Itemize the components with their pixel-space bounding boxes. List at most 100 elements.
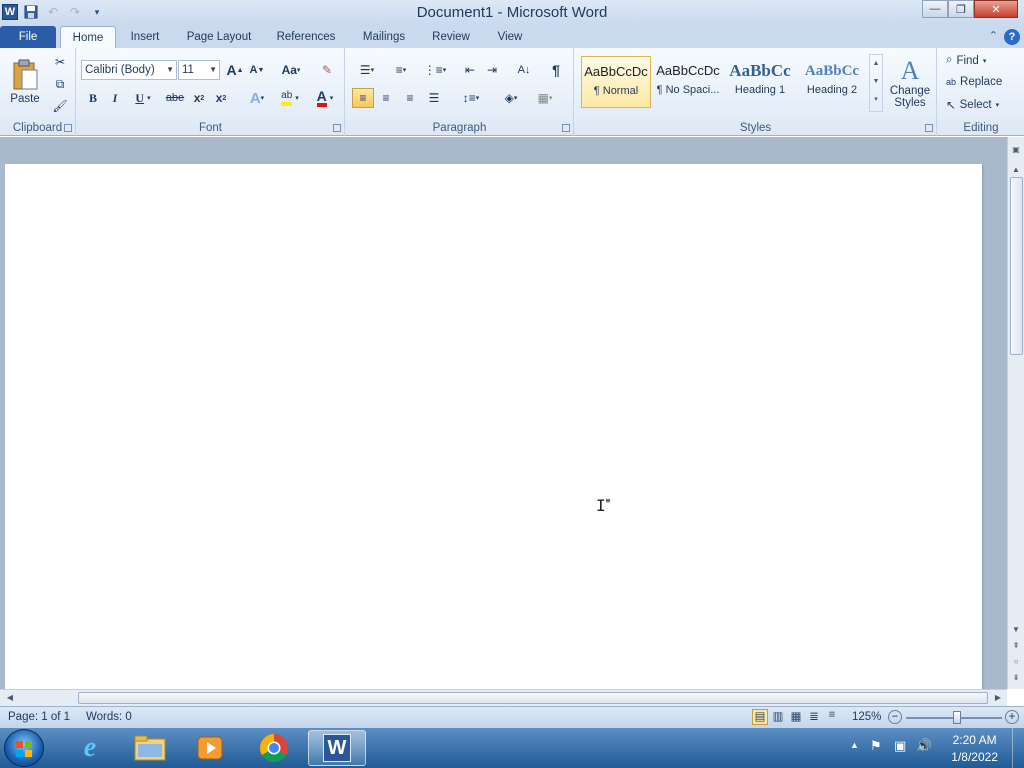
- text-effects-button[interactable]: A ▾: [243, 88, 271, 108]
- format-painter-icon[interactable]: 🖌: [52, 98, 68, 114]
- scroll-down-arrow-icon[interactable]: ▼: [1008, 623, 1024, 637]
- internet-explorer-icon: e: [83, 732, 97, 763]
- subscript-button[interactable]: x2: [189, 88, 209, 108]
- close-button[interactable]: ✕: [974, 0, 1018, 18]
- show-formatting-marks-button[interactable]: ¶: [546, 60, 566, 80]
- bold-button[interactable]: B: [83, 88, 103, 108]
- tab-insert[interactable]: Insert: [122, 26, 168, 48]
- styles-launcher-icon[interactable]: [925, 124, 933, 132]
- network-icon[interactable]: ▣: [894, 738, 906, 754]
- strikethrough-button[interactable]: abe: [163, 88, 187, 108]
- paste-button[interactable]: Paste: [4, 52, 46, 112]
- taskbar-clock[interactable]: 2:20 AM 1/8/2022: [951, 732, 998, 766]
- tab-review[interactable]: Review: [426, 26, 476, 48]
- numbering-icon[interactable]: ≡ ▾: [386, 60, 416, 80]
- minimize-ribbon-icon[interactable]: ⌃: [989, 29, 998, 45]
- windows-logo-icon: [16, 741, 32, 757]
- shading-icon[interactable]: ◈ ▾: [496, 88, 526, 108]
- taskbar-word[interactable]: W: [308, 730, 366, 766]
- start-button[interactable]: [4, 729, 44, 767]
- tab-mailings[interactable]: Mailings: [356, 26, 412, 48]
- superscript-button[interactable]: x2: [211, 88, 231, 108]
- horizontal-scroll-thumb[interactable]: [78, 692, 988, 704]
- styles-gallery-scroll[interactable]: ▲ ▼ ▾: [869, 54, 883, 112]
- volume-icon[interactable]: 🔊: [916, 738, 932, 754]
- clipboard-launcher-icon[interactable]: [64, 124, 72, 132]
- change-case-button[interactable]: Aa ▾: [277, 60, 305, 80]
- vertical-scrollbar[interactable]: ▣ ▲ ▼ ⇞ ○ ⇟: [1007, 137, 1024, 689]
- select-button[interactable]: ↖ Select ▾: [946, 98, 999, 112]
- font-name-combo[interactable]: Calibri (Body) ▼: [81, 60, 177, 80]
- help-icon[interactable]: ?: [1004, 29, 1020, 45]
- clear-formatting-icon[interactable]: ✎: [317, 60, 337, 80]
- word-count[interactable]: Words: 0: [86, 711, 132, 723]
- bullets-icon[interactable]: ☰ ▾: [352, 60, 382, 80]
- justify-icon[interactable]: ☰: [424, 88, 444, 108]
- style-heading-2[interactable]: AaBbCc Heading 2: [797, 56, 867, 108]
- show-desktop-button[interactable]: [1012, 728, 1024, 768]
- full-screen-reading-icon[interactable]: ▥: [770, 709, 786, 725]
- page-count[interactable]: Page: 1 of 1: [8, 711, 70, 723]
- scroll-right-arrow-icon[interactable]: ▶: [990, 691, 1006, 705]
- sort-button[interactable]: A↓: [512, 60, 536, 80]
- taskbar-media-player[interactable]: [184, 730, 236, 766]
- increase-indent-icon[interactable]: ⇥: [482, 60, 502, 80]
- taskbar-internet-explorer[interactable]: e: [64, 730, 116, 766]
- tab-references[interactable]: References: [270, 26, 342, 48]
- align-left-icon[interactable]: ≡: [352, 88, 374, 108]
- ruler-toggle-icon[interactable]: ▣: [1008, 143, 1024, 157]
- scroll-left-arrow-icon[interactable]: ◀: [2, 691, 18, 705]
- browse-object-icon[interactable]: ○: [1008, 655, 1024, 669]
- style-no-spacing[interactable]: AaBbCcDc ¶ No Spaci...: [653, 56, 723, 108]
- zoom-in-icon[interactable]: +: [1005, 710, 1019, 724]
- italic-button[interactable]: I: [105, 88, 125, 108]
- style-heading-1[interactable]: AaBbCc Heading 1: [725, 56, 795, 108]
- highlight-button[interactable]: ab ▾: [275, 88, 305, 108]
- align-right-icon[interactable]: ≡: [400, 88, 420, 108]
- next-page-icon[interactable]: ⇟: [1008, 671, 1024, 685]
- underline-button[interactable]: U ▾: [129, 88, 157, 108]
- cut-icon[interactable]: ✂: [52, 54, 68, 70]
- font-launcher-icon[interactable]: [333, 124, 341, 132]
- copy-icon[interactable]: ⧉: [52, 76, 68, 92]
- web-layout-icon[interactable]: ▦: [788, 709, 804, 725]
- windows-taskbar: e W ▲ ⚑ ▣ 🔊 2:20 AM 1/8/2022: [0, 728, 1024, 768]
- font-color-button[interactable]: A ▾: [311, 88, 339, 108]
- tab-file[interactable]: File: [0, 26, 56, 48]
- previous-page-icon[interactable]: ⇞: [1008, 639, 1024, 653]
- font-size-combo[interactable]: 11 ▼: [178, 60, 220, 80]
- replace-label: Replace: [960, 76, 1003, 88]
- line-spacing-icon[interactable]: ↕≡ ▾: [456, 88, 486, 108]
- tab-view[interactable]: View: [490, 26, 530, 48]
- style-normal[interactable]: AaBbCcDc ¶ Normal: [581, 56, 651, 108]
- outline-view-icon[interactable]: ≣: [806, 709, 822, 725]
- paragraph-launcher-icon[interactable]: [562, 124, 570, 132]
- show-hidden-icons-icon[interactable]: ▲: [850, 740, 859, 750]
- shrink-font-button[interactable]: A ▼: [247, 60, 267, 80]
- zoom-slider-thumb[interactable]: [953, 711, 961, 724]
- tab-page-layout[interactable]: Page Layout: [182, 26, 256, 48]
- multilevel-list-icon[interactable]: ⋮≡ ▾: [420, 60, 450, 80]
- replace-button[interactable]: ab Replace: [946, 76, 1002, 88]
- decrease-indent-icon[interactable]: ⇤: [460, 60, 480, 80]
- borders-icon[interactable]: ▦ ▾: [530, 88, 560, 108]
- zoom-out-icon[interactable]: −: [888, 710, 902, 724]
- taskbar-chrome[interactable]: [248, 730, 300, 766]
- minimize-button[interactable]: —: [922, 0, 948, 18]
- grow-font-button[interactable]: A ▲: [225, 60, 245, 80]
- align-center-icon[interactable]: ≡: [376, 88, 396, 108]
- document-page[interactable]: [5, 164, 982, 689]
- find-button[interactable]: ⌕ Find ▾: [946, 54, 986, 67]
- draft-view-icon[interactable]: ≡: [824, 709, 840, 725]
- print-layout-view-icon[interactable]: ▤: [752, 709, 768, 725]
- tab-home[interactable]: Home: [60, 26, 116, 49]
- horizontal-scrollbar[interactable]: ◀ ▶: [0, 689, 1007, 706]
- action-center-flag-icon[interactable]: ⚑: [870, 738, 882, 754]
- restore-button[interactable]: ❐: [948, 0, 974, 18]
- vertical-scroll-thumb[interactable]: [1010, 177, 1023, 355]
- change-styles-button[interactable]: A Change Styles: [887, 52, 933, 114]
- scroll-up-arrow-icon[interactable]: ▲: [1008, 163, 1024, 177]
- taskbar-file-explorer[interactable]: [124, 730, 176, 766]
- paragraph-group-label: Paragraph: [432, 122, 487, 134]
- zoom-level[interactable]: 125%: [852, 711, 881, 723]
